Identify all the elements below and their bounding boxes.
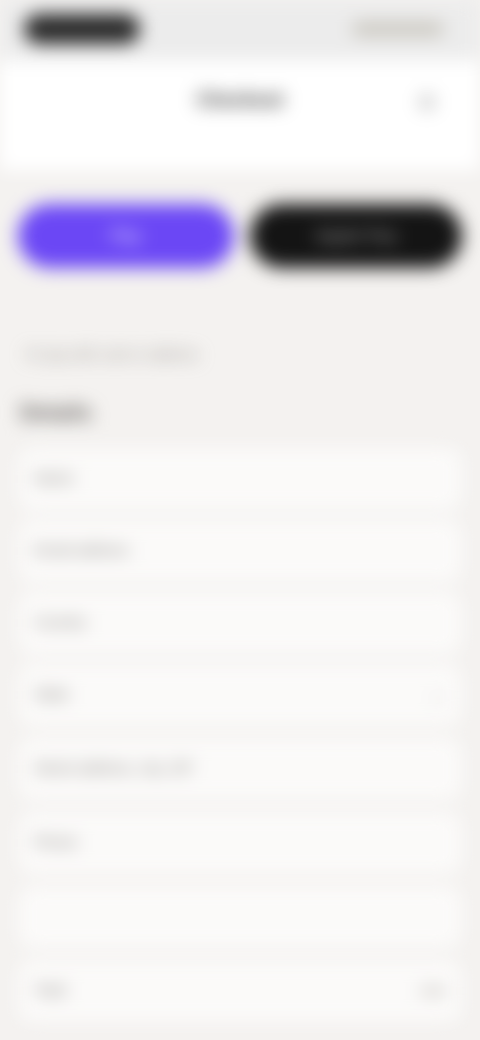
- list-item[interactable]: Total: [18, 960, 462, 1022]
- row-value-placeholder: [420, 988, 446, 994]
- row-label: State: [34, 686, 70, 703]
- list-item[interactable]: Country: [18, 592, 462, 654]
- row-label: Total: [34, 982, 66, 999]
- list-item[interactable]: Name: [18, 448, 462, 510]
- list-item[interactable]: Street address, city, ZIP: [18, 738, 462, 800]
- row-label: Phone: [34, 834, 78, 851]
- status-time-pill: [24, 14, 140, 44]
- row-label: Name: [34, 470, 75, 487]
- alternate-payment-note: Or pay with card or address: [26, 346, 198, 362]
- row-label: Country: [34, 614, 87, 631]
- row-label: Street address, city, ZIP: [34, 760, 193, 777]
- status-indicators: [352, 22, 444, 36]
- list-item[interactable]: State ⌄: [18, 664, 462, 726]
- list-item[interactable]: Email address: [18, 520, 462, 582]
- blurred-screen: Checkout ⚙ Pay Apple Pay Or pay with car…: [0, 0, 480, 1040]
- page-title: Checkout: [196, 90, 284, 111]
- details-section-title: Details: [20, 400, 93, 425]
- chevron-down-icon: ⌄: [429, 684, 446, 706]
- row-label: Email address: [34, 542, 130, 559]
- wallet-pay-button[interactable]: Apple Pay: [250, 204, 462, 268]
- gear-icon[interactable]: ⚙: [414, 90, 440, 116]
- pay-button[interactable]: Pay: [18, 204, 234, 268]
- list-item[interactable]: Phone: [18, 812, 462, 874]
- app-header: [0, 60, 480, 170]
- list-item[interactable]: [18, 886, 462, 948]
